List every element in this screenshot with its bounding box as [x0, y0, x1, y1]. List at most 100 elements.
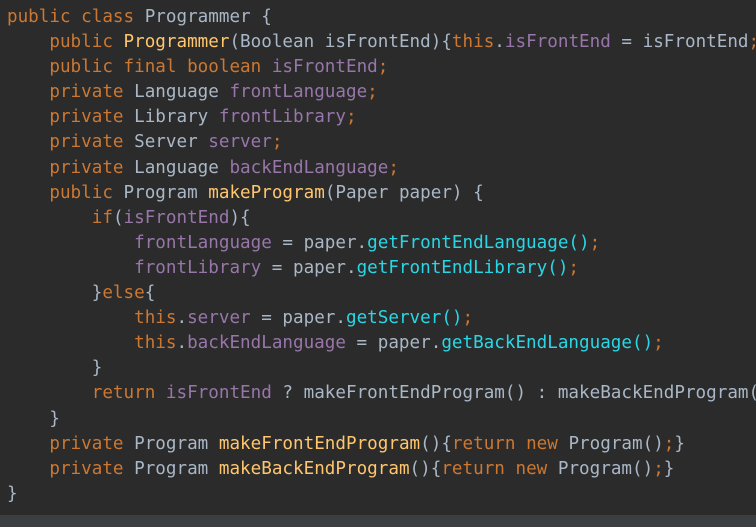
- code-token-plain: Program(): [568, 433, 664, 454]
- code-line[interactable]: public class Programmer {: [7, 5, 756, 30]
- code-token-keyword: public: [49, 182, 124, 203]
- code-editor[interactable]: public class Programmer { public Program…: [0, 0, 756, 515]
- code-line[interactable]: }: [7, 407, 756, 432]
- code-token-field: isFrontEnd: [271, 57, 378, 78]
- code-token-plain: Library: [134, 107, 219, 128]
- code-line[interactable]: private Program makeBackEndProgram(){ret…: [7, 457, 756, 482]
- code-line[interactable]: }: [7, 356, 756, 381]
- code-token-plain: }: [91, 358, 103, 379]
- code-area[interactable]: public class Programmer { public Program…: [7, 5, 756, 507]
- code-token-plain: }: [663, 458, 675, 479]
- code-line[interactable]: }else{: [7, 281, 756, 306]
- code-token-field: isFrontEnd: [123, 207, 230, 228]
- code-token-plain: = isFrontEnd: [610, 32, 749, 53]
- code-token-plain: (){: [409, 458, 442, 479]
- code-token-keyword: public final boolean: [49, 57, 272, 78]
- code-token-plain: = paper.: [271, 232, 368, 253]
- code-token-plain: }: [674, 433, 685, 454]
- code-token-keyword: if: [91, 207, 113, 228]
- code-token-keyword: private: [49, 157, 135, 178]
- code-line[interactable]: }: [7, 482, 756, 507]
- code-token-plain: Program: [123, 182, 209, 203]
- code-token-plain: (Boolean isFrontEnd){: [229, 32, 452, 53]
- code-line[interactable]: private Language frontLanguage;: [7, 80, 756, 105]
- code-token-plain: (: [112, 207, 124, 228]
- code-token-plain: .: [494, 32, 505, 53]
- code-line[interactable]: private Library frontLibrary;: [7, 105, 756, 130]
- code-token-field: server: [208, 132, 272, 153]
- code-line[interactable]: this.backEndLanguage = paper.getBackEndL…: [7, 331, 756, 356]
- code-token-keyword: this: [451, 32, 495, 53]
- code-token-plain: = paper.: [261, 257, 357, 278]
- code-token-field: server: [187, 308, 251, 329]
- code-line[interactable]: private Program makeFrontEndProgram(){re…: [7, 432, 756, 457]
- code-token-keyword: return new: [451, 433, 569, 454]
- code-token-call: getFrontEndLibrary(): [356, 257, 569, 278]
- code-token-plain: Program: [134, 433, 219, 454]
- code-token-semicolon: ;: [271, 132, 283, 153]
- code-token-field: backEndLanguage: [229, 157, 389, 178]
- code-token-method: makeProgram: [208, 182, 325, 203]
- code-line[interactable]: private Server server;: [7, 130, 756, 155]
- code-line[interactable]: public final boolean isFrontEnd;: [7, 55, 756, 80]
- code-token-plain: .: [176, 308, 188, 329]
- code-token-call: getServer(): [345, 308, 463, 329]
- code-token-plain: }: [49, 408, 60, 429]
- code-line[interactable]: public Program makeProgram(Paper paper) …: [7, 181, 756, 206]
- code-token-semicolon: ;: [663, 433, 675, 454]
- code-token-plain: ? makeFrontEndProgram() : makeBackEndPro…: [271, 383, 756, 404]
- code-token-semicolon: ;: [589, 232, 601, 253]
- code-token-semicolon: ;: [345, 107, 357, 128]
- code-token-semicolon: ;: [462, 308, 474, 329]
- code-token-field: isFrontEnd: [165, 383, 272, 404]
- code-line[interactable]: this.server = paper.getServer();: [7, 306, 756, 331]
- code-token-semicolon: ;: [367, 82, 378, 103]
- code-token-plain: }: [7, 483, 18, 504]
- code-line[interactable]: frontLanguage = paper.getFrontEndLanguag…: [7, 231, 756, 256]
- code-token-plain: Program: [134, 458, 219, 479]
- code-token-field: frontLanguage: [134, 232, 272, 253]
- code-token-keyword: else: [102, 283, 145, 304]
- code-token-call: getBackEndLanguage(): [441, 333, 654, 354]
- code-line[interactable]: if(isFrontEnd){: [7, 206, 756, 231]
- code-token-call: getFrontEndLanguage(): [367, 232, 590, 253]
- code-token-plain: Program(): [557, 458, 654, 479]
- code-token-plain: Server: [134, 132, 209, 153]
- code-token-field: backEndLanguage: [187, 333, 346, 354]
- code-token-semicolon: ;: [653, 458, 664, 479]
- code-token-field: frontLanguage: [229, 82, 368, 103]
- code-token-plain: Language: [134, 157, 230, 178]
- code-token-keyword: this: [134, 308, 177, 329]
- code-token-plain: .: [176, 333, 188, 354]
- code-token-plain: = paper.: [345, 333, 442, 354]
- code-token-semicolon: ;: [653, 333, 664, 354]
- code-token-keyword: public class: [7, 7, 145, 27]
- editor-status-bar: [0, 515, 756, 527]
- code-token-keyword: this: [134, 333, 177, 354]
- code-token-semicolon: ;: [377, 57, 389, 78]
- code-token-plain: }: [91, 283, 103, 304]
- code-line[interactable]: public Programmer(Boolean isFrontEnd){th…: [7, 30, 756, 55]
- code-line[interactable]: return isFrontEnd ? makeFrontEndProgram(…: [7, 381, 756, 406]
- code-token-method: makeBackEndProgram: [218, 458, 410, 479]
- code-line[interactable]: private Language backEndLanguage;: [7, 156, 756, 181]
- code-token-plain: Language: [134, 82, 230, 103]
- code-line[interactable]: frontLibrary = paper.getFrontEndLibrary(…: [7, 256, 756, 281]
- code-token-keyword: private: [49, 433, 135, 454]
- code-token-plain: ){: [229, 207, 251, 228]
- code-token-semicolon: ;: [568, 257, 580, 278]
